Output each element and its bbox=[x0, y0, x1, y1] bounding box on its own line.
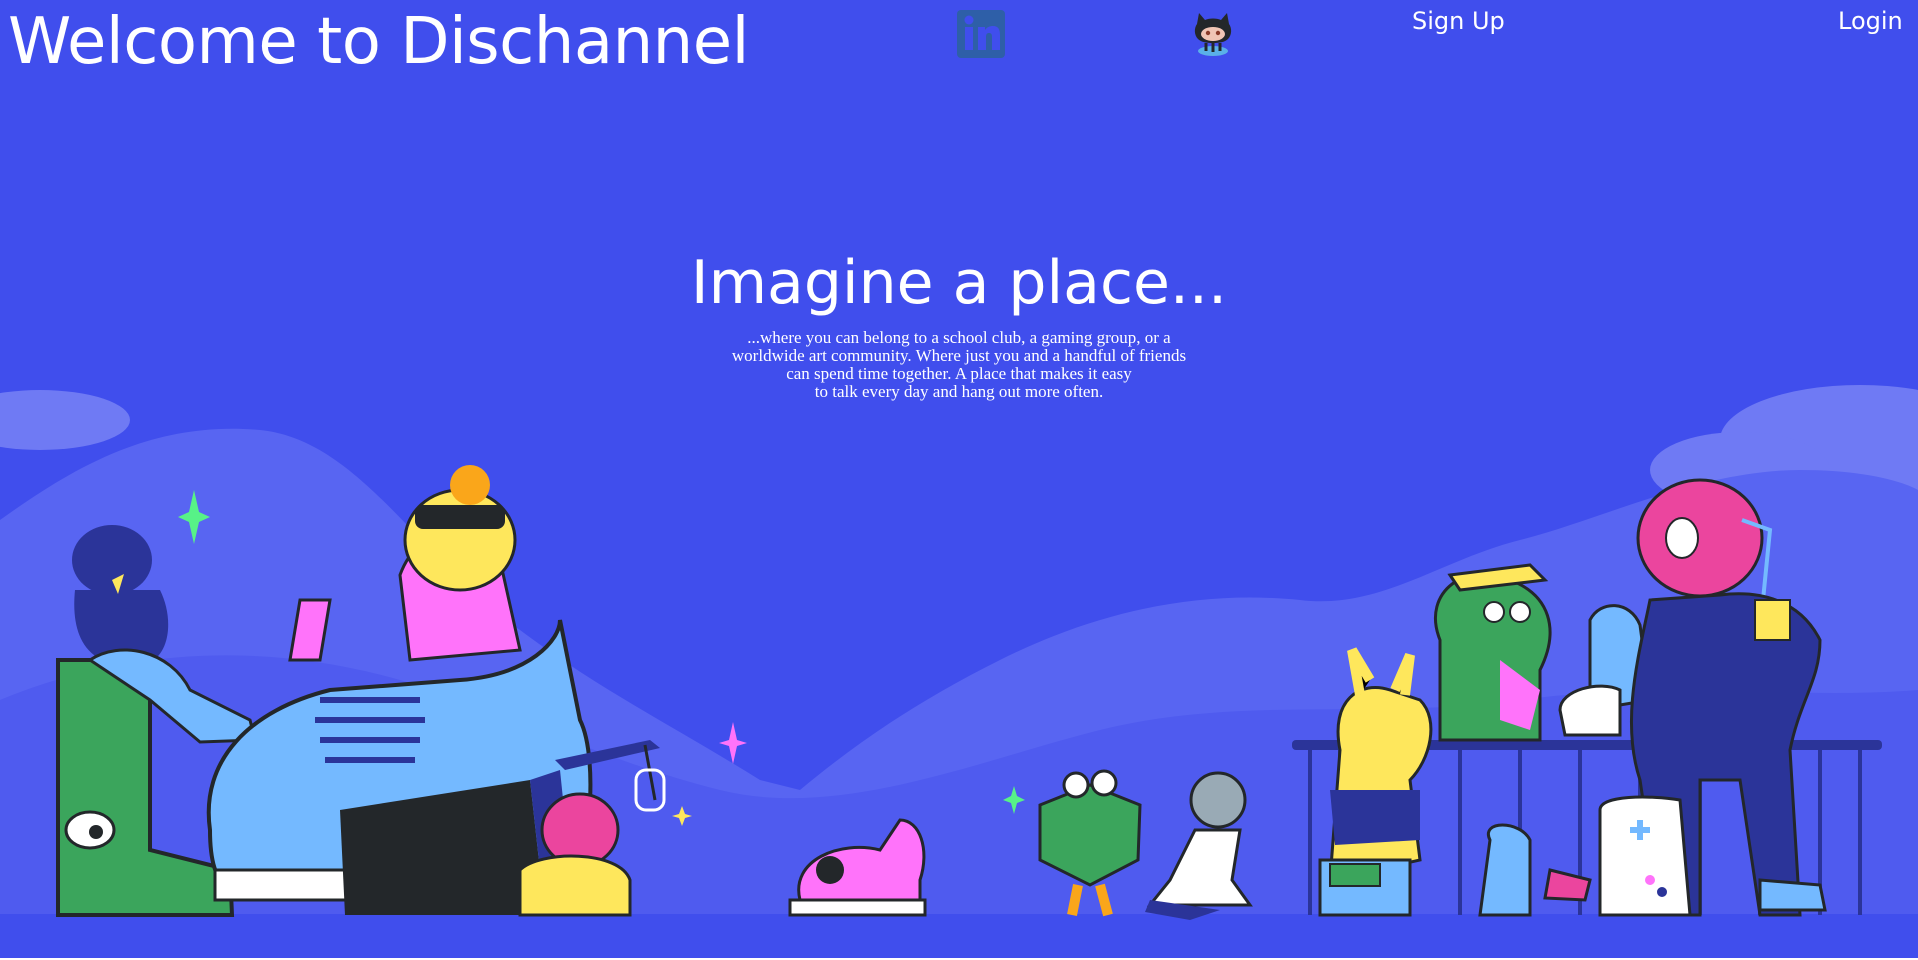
hero-section: Welcome to Dischannel Sign Up Login Imag… bbox=[0, 0, 1918, 958]
hero-tagline: ...where you can belong to a school club… bbox=[659, 329, 1259, 401]
hero-headline: Imagine a place... bbox=[690, 248, 1228, 318]
login-link[interactable]: Login bbox=[1838, 4, 1903, 38]
page: Welcome to Dischannel Sign Up Login Imag… bbox=[0, 0, 1918, 960]
tagline-line: can spend time together. A place that ma… bbox=[786, 364, 1132, 383]
signup-link[interactable]: Sign Up bbox=[1412, 4, 1505, 38]
community-illustration bbox=[0, 385, 1918, 958]
linkedin-icon[interactable] bbox=[956, 9, 1006, 59]
ground bbox=[0, 914, 1918, 958]
tagline-line: ...where you can belong to a school club… bbox=[747, 328, 1171, 347]
tagline-line: worldwide art community. Where just you … bbox=[731, 346, 1187, 365]
github-octocat-icon[interactable] bbox=[1190, 7, 1236, 57]
tagline-line: to talk every day and hang out more ofte… bbox=[814, 382, 1104, 401]
site-title: Welcome to Dischannel bbox=[8, 5, 749, 79]
